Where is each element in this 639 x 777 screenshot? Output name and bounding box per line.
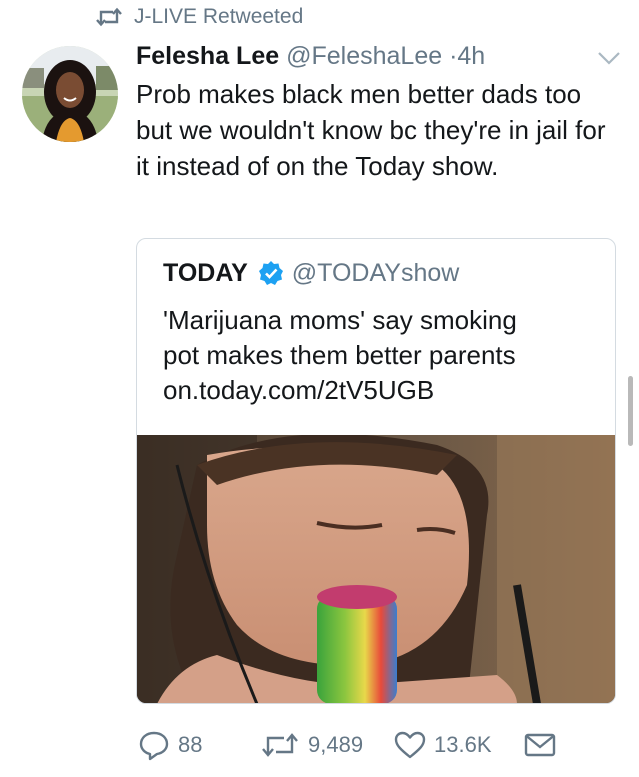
direct-message-button[interactable] <box>524 728 564 762</box>
author-handle[interactable]: @FeleshaLee <box>286 42 442 70</box>
tweet-time[interactable]: 4h <box>457 42 485 70</box>
verified-badge-icon <box>258 261 283 285</box>
like-count: 13.6K <box>434 732 492 757</box>
avatar-image <box>22 46 118 142</box>
reply-count: 88 <box>178 732 203 757</box>
tweet-actions: 88 9,489 13.6K <box>136 728 616 762</box>
quoted-tweet-text: 'Marijuana moms' say smoking pot makes t… <box>163 303 603 408</box>
scrollbar[interactable] <box>628 376 633 446</box>
chevron-down-icon[interactable] <box>597 50 621 66</box>
retweet-context[interactable]: J-LIVE Retweeted <box>96 4 303 30</box>
like-button[interactable]: 13.6K <box>394 728 492 762</box>
tweet-text: Prob makes black men better dads too but… <box>136 79 606 181</box>
author-name[interactable]: Felesha Lee <box>136 42 279 70</box>
tweet-header: Felesha Lee @FeleshaLee ·4h <box>136 40 485 72</box>
quoted-tweet-header: TODAY @TODAYshow <box>163 257 459 289</box>
reply-icon <box>139 731 169 761</box>
quoted-link[interactable]: on.today.com/2tV5UGB <box>163 373 603 408</box>
media-photo <box>137 435 615 703</box>
quoted-text-line-2: pot makes them better parents <box>163 340 516 370</box>
avatar[interactable] <box>22 46 118 142</box>
envelope-icon <box>524 733 556 757</box>
reply-button[interactable]: 88 <box>138 728 202 762</box>
retweet-label: J-LIVE Retweeted <box>134 5 304 28</box>
quoted-tweet-card[interactable]: TODAY @TODAYshow 'Marijuana moms' say sm… <box>136 238 616 704</box>
retweet-count: 9,489 <box>308 732 364 757</box>
retweet-button[interactable]: 9,489 <box>260 728 363 762</box>
quoted-text-line-1: 'Marijuana moms' say smoking <box>163 305 517 335</box>
retweet-action-icon <box>262 733 298 757</box>
quoted-author-name: TODAY <box>163 259 248 287</box>
retweet-icon <box>96 7 122 27</box>
quoted-author-handle: @TODAYshow <box>291 259 460 287</box>
heart-icon <box>394 731 426 759</box>
quoted-media-image[interactable] <box>137 435 615 703</box>
